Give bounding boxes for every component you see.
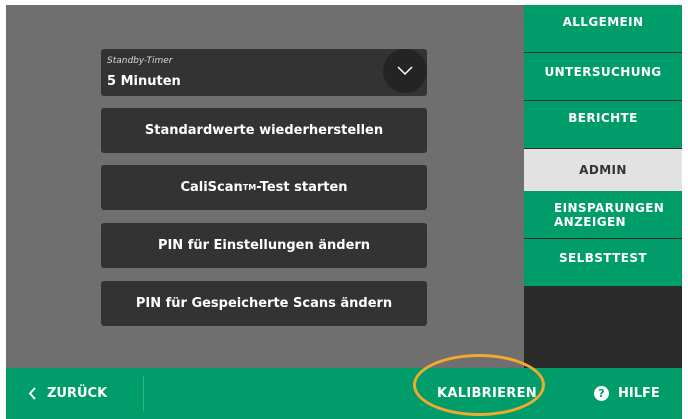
back-label: ZURÜCK	[47, 386, 108, 401]
sidebar-item-label: ALLGEMEIN	[562, 15, 644, 29]
standby-timer-value: 5 Minuten	[107, 74, 181, 89]
sidebar-item-berichte[interactable]: BERICHTE	[524, 101, 682, 148]
bottom-bar: ZURÜCK KALIBRIEREN ? HILFE	[6, 368, 682, 419]
sidebar-item-label: EINSPARUNGEN ANZEIGEN	[554, 200, 665, 229]
dropdown-toggle[interactable]	[383, 49, 427, 93]
caliscan-label: CaliScan	[180, 180, 243, 195]
sidebar-item-untersuchung[interactable]: UNTERSUCHUNG	[524, 53, 682, 100]
standby-timer-dropdown[interactable]: Standby-Timer 5 Minuten	[101, 49, 427, 96]
trademark-mark: TM	[242, 183, 257, 192]
back-button[interactable]: ZURÜCK	[28, 368, 107, 419]
help-icon: ?	[594, 386, 609, 401]
change-scans-pin-button[interactable]: PIN für Gespeicherte Scans ändern	[101, 281, 427, 326]
sidebar-item-selbsttest[interactable]: SELBSTTEST	[524, 239, 682, 286]
divider	[143, 376, 144, 411]
sidebar-item-label: BERICHTE	[568, 111, 638, 125]
help-label: HILFE	[618, 386, 660, 401]
caliscan-test-button[interactable]: CaliScan TM -Test starten	[101, 165, 427, 210]
right-border	[682, 0, 688, 419]
sidebar-item-admin[interactable]: ADMIN	[524, 149, 682, 196]
sidebar: ALLGEMEIN UNTERSUCHUNG BERICHTE ADMIN EI…	[524, 5, 682, 368]
screen: Standby-Timer 5 Minuten Standardwerte wi…	[0, 0, 688, 419]
standby-timer-label: Standby-Timer	[107, 56, 173, 66]
sidebar-item-einsparungen[interactable]: EINSPARUNGEN ANZEIGEN	[524, 191, 682, 238]
chevron-down-icon	[397, 66, 413, 76]
settings-panel: Standby-Timer 5 Minuten Standardwerte wi…	[6, 5, 524, 368]
sidebar-item-label: SELBSTTEST	[559, 251, 647, 265]
sidebar-item-allgemein[interactable]: ALLGEMEIN	[524, 5, 682, 52]
change-settings-pin-button[interactable]: PIN für Einstellungen ändern	[101, 223, 427, 268]
chevron-left-icon	[28, 387, 37, 400]
restore-defaults-button[interactable]: Standardwerte wiederherstellen	[101, 108, 427, 153]
calibrate-label: KALIBRIEREN	[437, 386, 537, 401]
help-button[interactable]: ? HILFE	[594, 368, 660, 419]
sidebar-item-label: UNTERSUCHUNG	[544, 65, 662, 79]
caliscan-suffix: -Test starten	[256, 180, 348, 195]
calibrate-button[interactable]: KALIBRIEREN	[437, 368, 537, 419]
